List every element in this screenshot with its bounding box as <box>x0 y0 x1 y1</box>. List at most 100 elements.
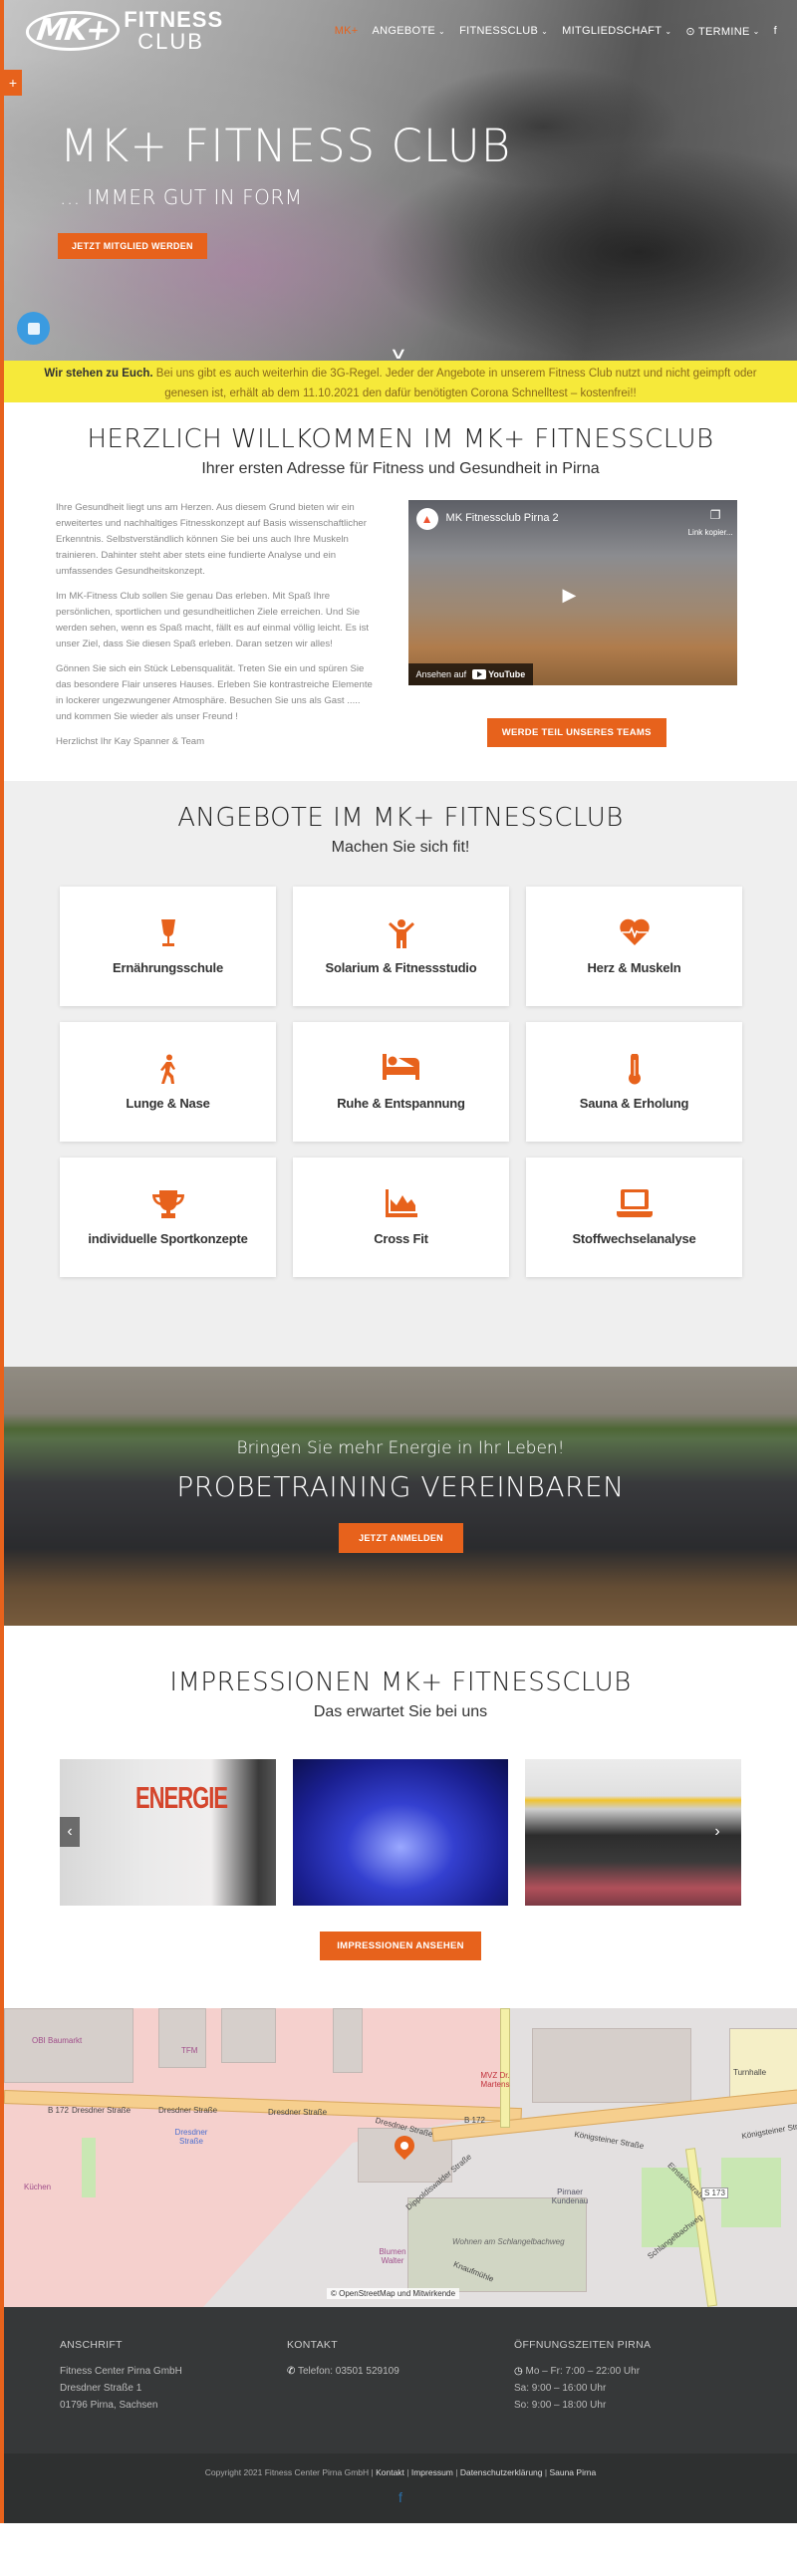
location-map[interactable]: B 172 Dresdner Straße Dresdner Straße Dr… <box>4 2008 797 2307</box>
footer-heading: ANSCHRIFT <box>60 2339 123 2351</box>
view-impressions-button[interactable]: IMPRESSIONEN ANSEHEN <box>320 1932 481 1960</box>
impressions-title: IMPRESSIONEN MK+ FITNESSCLUB <box>169 1668 632 1697</box>
image-carousel: ENERGIE ‹ › <box>4 1759 797 1906</box>
footer-link-sauna-pirna[interactable]: Sauna Pirna <box>549 2467 596 2477</box>
bed-icon <box>382 1053 420 1088</box>
offer-label: individuelle Sportkonzepte <box>88 1230 248 1246</box>
laptop-icon <box>616 1188 653 1223</box>
watch-on-youtube-button[interactable]: Ansehen auf YouTube <box>407 663 534 685</box>
youtube-video[interactable]: ▲ MK Fitnessclub Pirna 2 ❐ Link kopier..… <box>407 500 737 685</box>
clock-icon: ◷ <box>514 2366 523 2377</box>
offer-card-solarium[interactable]: Solarium & Fitnessstudio <box>293 887 509 1006</box>
phone-link[interactable]: ✆ Telefon: 03501 529109 <box>287 2363 514 2380</box>
offer-label: Ruhe & Entspannung <box>337 1095 465 1111</box>
offer-card-sportkonzepte[interactable]: individuelle Sportkonzepte <box>60 1158 276 1277</box>
footer-link-datenschutz[interactable]: Datenschutzerklärung <box>460 2467 543 2477</box>
carousel-next-button[interactable]: › <box>707 1817 727 1847</box>
youtube-wordmark: YouTube <box>488 669 526 679</box>
chevron-down-icon: ⌄ <box>752 26 760 36</box>
scroll-down-icon[interactable]: ∨ <box>389 344 407 361</box>
map-road <box>500 2008 510 2128</box>
glass-icon <box>157 918 179 952</box>
side-panel-toggle[interactable]: + <box>4 70 22 96</box>
map-label: Blumen Walter <box>379 2247 406 2265</box>
play-icon[interactable]: ▶ <box>563 585 577 606</box>
gallery-photo-energie-room[interactable]: ENERGIE <box>60 1759 276 1906</box>
map-label: Wohnen am Schlangelbachweg <box>452 2237 565 2246</box>
offer-card-stoffwechsel[interactable]: Stoffwechselanalyse <box>526 1158 742 1277</box>
hours-line: Sa: 9:00 – 16:00 Uhr <box>514 2383 607 2394</box>
offer-card-crossfit[interactable]: Cross Fit <box>293 1158 509 1277</box>
facebook-icon[interactable]: f <box>4 2489 797 2505</box>
chat-icon <box>27 322 40 335</box>
address-line: 01796 Pirna, Sachsen <box>60 2400 158 2411</box>
offer-card-lunge[interactable]: Lunge & Nase <box>60 1022 276 1142</box>
map-label: Dresdner Straße <box>268 2108 328 2117</box>
join-team-button[interactable]: WERDE TEIL UNSERES TEAMS <box>486 718 666 747</box>
separator: | <box>403 2467 411 2477</box>
welcome-media: ▲ MK Fitnessclub Pirna 2 ❐ Link kopier..… <box>407 500 745 759</box>
welcome-title: HERZLICH WILLKOMMEN IM MK+ FITNESSCLUB <box>87 424 714 454</box>
offers-grid: Ernährungsschule Solarium & Fitnessstudi… <box>4 887 797 1277</box>
nav-label: FITNESSCLUB <box>459 25 539 37</box>
footer-link-impressum[interactable]: Impressum <box>411 2467 453 2477</box>
map-attribution[interactable]: © OpenStreetMap und Mitwirkende <box>327 2288 460 2299</box>
nav-item-mitgliedschaft[interactable]: MITGLIEDSCHAFT ⌄ <box>562 25 671 37</box>
map-building <box>158 2008 206 2068</box>
logo[interactable]: MK+ FITNESS CLUB <box>23 9 223 54</box>
nav-label: MITGLIEDSCHAFT <box>562 25 663 37</box>
nav-item-termine[interactable]: ⊙ TERMINE ⌄ <box>685 25 759 38</box>
gallery-photo-solarium[interactable] <box>292 1759 509 1906</box>
photo-wall-text: ENERGIE <box>135 1779 228 1815</box>
probe-tagline: Bringen Sie mehr Energie in Ihr Leben! <box>236 1438 565 1458</box>
offer-card-herz[interactable]: Herz & Muskeln <box>526 887 742 1006</box>
nav-label: ANGEBOTE <box>372 25 436 37</box>
register-now-button[interactable]: JETZT ANMELDEN <box>339 1523 463 1553</box>
offers-title: ANGEBOTE IM MK+ FITNESSCLUB <box>177 803 624 833</box>
site-header: MK+ FITNESS CLUB MK+ ANGEBOTE ⌄ FITNESSCL… <box>4 0 797 62</box>
map-label: OBI Baumarkt <box>32 2036 83 2045</box>
hero-title: MK+ FITNESS CLUB <box>60 120 512 172</box>
footer-heading: KONTAKT <box>287 2339 338 2351</box>
copyright-line: Copyright 2021 Fitness Center Pirna GmbH… <box>4 2467 797 2477</box>
video-title[interactable]: MK Fitnessclub Pirna 2 <box>446 512 559 524</box>
nav-item-fitnessclub[interactable]: FITNESSCLUB ⌄ <box>459 25 548 37</box>
map-label: Dresdner Straße <box>174 2128 208 2146</box>
welcome-text: Ihre Gesundheit liegt uns am Herzen. Aus… <box>56 500 379 759</box>
thermometer-icon <box>627 1052 643 1088</box>
hero-subtitle: ... IMMER GUT IN FORM <box>60 185 303 209</box>
offer-card-ernaehrungsschule[interactable]: Ernährungsschule <box>60 887 276 1006</box>
footer-bottom-bar: Copyright 2021 Fitness Center Pirna GmbH… <box>4 2453 797 2523</box>
hours-line: So: 9:00 – 18:00 Uhr <box>514 2400 607 2411</box>
footer-link-kontakt[interactable]: Kontakt <box>376 2467 404 2477</box>
heartbeat-icon <box>619 918 651 952</box>
map-park <box>721 2158 781 2227</box>
main-nav: MK+ ANGEBOTE ⌄ FITNESSCLUB ⌄ MITGLIEDSCHAF… <box>335 25 777 38</box>
copy-link-icon[interactable]: ❐ <box>710 508 721 522</box>
logo-line2: CLUB <box>137 29 204 54</box>
map-label: Dresdner Straße <box>72 2106 132 2115</box>
notice-text: Bei uns gibt es auch weiterhin die 3G-Re… <box>152 368 757 399</box>
map-label: Turnhalle <box>733 2068 767 2077</box>
welcome-paragraph: Im MK-Fitness Club sollen Sie genau Das … <box>56 591 370 649</box>
channel-avatar[interactable]: ▲ <box>415 508 438 530</box>
hours-text: Mo – Fr: 7:00 – 22:00 Uhr <box>525 2366 641 2377</box>
copy-link-label[interactable]: Link kopier... <box>688 528 733 537</box>
offer-card-ruhe[interactable]: Ruhe & Entspannung <box>293 1022 509 1142</box>
carousel-prev-button[interactable]: ‹ <box>60 1817 80 1847</box>
offer-label: Cross Fit <box>374 1230 428 1246</box>
nav-item-mk[interactable]: MK+ <box>335 25 359 37</box>
footer-address: ANSCHRIFT Fitness Center Pirna GmbH Dres… <box>60 2337 287 2414</box>
nav-item-angebote[interactable]: ANGEBOTE ⌄ <box>373 25 446 37</box>
join-now-button[interactable]: JETZT MITGLIED WERDEN <box>58 233 207 259</box>
copyright-text: Copyright 2021 Fitness Center Pirna GmbH <box>204 2467 370 2477</box>
map-building <box>221 2008 276 2063</box>
map-building <box>532 2028 691 2103</box>
map-label: B 172 <box>48 2106 69 2115</box>
chat-widget-button[interactable] <box>17 312 50 345</box>
offer-label: Sauna & Erholung <box>579 1095 689 1111</box>
offer-card-sauna[interactable]: Sauna & Erholung <box>526 1022 742 1142</box>
offer-label: Stoffwechselanalyse <box>572 1230 696 1246</box>
facebook-icon[interactable]: f <box>774 25 777 37</box>
phone-icon: ✆ <box>287 2366 296 2377</box>
